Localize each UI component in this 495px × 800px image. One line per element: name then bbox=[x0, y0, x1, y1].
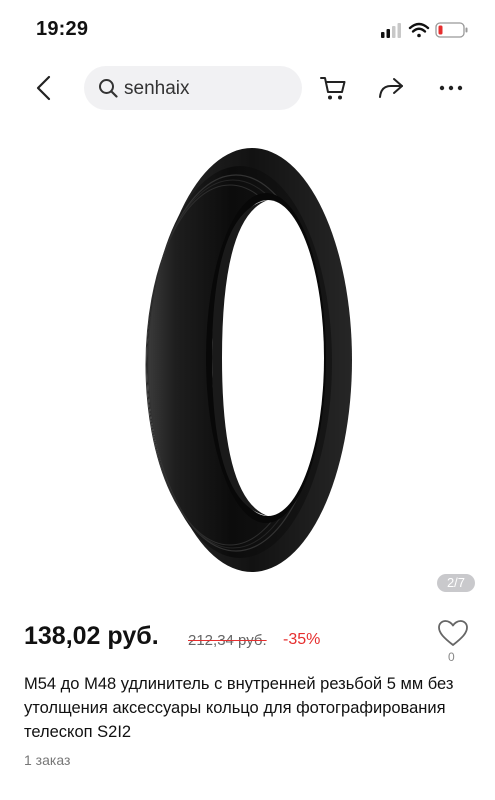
image-page-indicator: 2/7 bbox=[437, 574, 475, 592]
search-input[interactable]: senhaix bbox=[84, 66, 302, 110]
current-price: 138,02 руб. bbox=[24, 622, 159, 650]
orders-count: 1 заказ bbox=[24, 752, 71, 768]
discount-badge: -35% bbox=[283, 631, 321, 648]
cellular-signal-icon bbox=[381, 23, 401, 38]
more-button[interactable] bbox=[436, 73, 466, 103]
cart-icon bbox=[320, 77, 346, 100]
more-dots-icon bbox=[439, 85, 463, 91]
chevron-left-icon bbox=[36, 75, 51, 101]
nav-bar: senhaix bbox=[0, 60, 495, 116]
status-time: 19:29 bbox=[36, 18, 89, 40]
wifi-icon bbox=[408, 22, 430, 38]
share-button[interactable] bbox=[376, 73, 406, 103]
wishlist-count: 0 bbox=[448, 650, 455, 664]
share-arrow-icon bbox=[379, 78, 403, 98]
status-bar: 19:29 bbox=[0, 0, 495, 56]
search-icon bbox=[99, 79, 118, 98]
cart-button[interactable] bbox=[318, 73, 348, 103]
battery-icon bbox=[435, 22, 468, 38]
product-title: M54 до M48 удлинитель с внутренней резьб… bbox=[24, 675, 454, 741]
original-price: 212,34 руб. bbox=[188, 632, 267, 649]
product-image[interactable] bbox=[0, 120, 495, 600]
heart-icon bbox=[438, 620, 468, 646]
status-icons bbox=[381, 20, 473, 40]
back-button[interactable] bbox=[30, 72, 60, 104]
search-query: senhaix bbox=[124, 78, 190, 99]
adapter-ring-image bbox=[145, 148, 352, 572]
